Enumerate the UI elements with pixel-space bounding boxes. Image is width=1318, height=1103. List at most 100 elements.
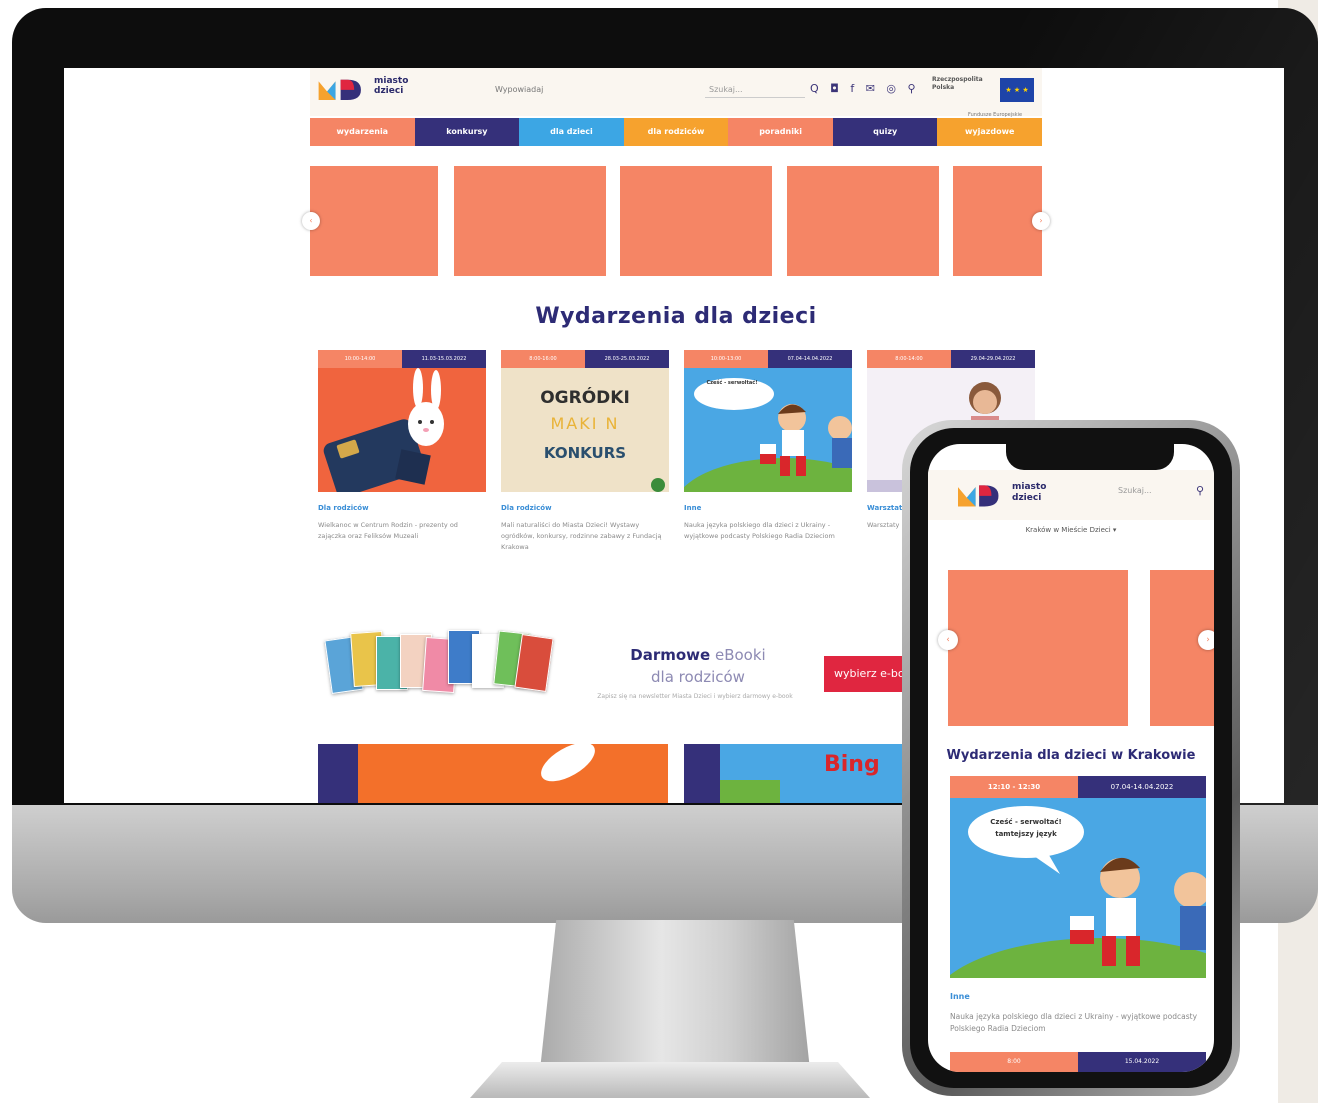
slide[interactable] — [620, 166, 772, 276]
card-hours: 8:00-16:00 — [501, 350, 585, 368]
card-image-heading: OGRÓDKI — [540, 388, 630, 408]
card-hours: 10:00-13:00 — [684, 350, 768, 368]
phone-header: miasto dzieci Szukaj... ⚲ — [928, 470, 1214, 520]
monitor-stand — [540, 920, 810, 1070]
ebook-covers — [324, 630, 554, 700]
card-description[interactable]: Mali naturaliści do Miasta Dzieci! Wysta… — [501, 520, 669, 553]
next-card-meta[interactable]: 8:00 15.04.2022 — [950, 1052, 1206, 1072]
logo-line-2: dzieci — [1012, 493, 1042, 503]
social-icons[interactable]: Q ◘ f ✉ ◎ ⚲ — [810, 82, 920, 95]
search-input[interactable]: Szukaj... — [705, 82, 805, 98]
card-category[interactable]: Inne — [950, 992, 1206, 1001]
promo-stripe — [318, 744, 358, 803]
slider-prev-button[interactable]: ‹ — [302, 212, 320, 230]
card-category[interactable]: Inne — [684, 504, 852, 512]
monitor-base — [470, 1062, 870, 1098]
slide[interactable] — [787, 166, 939, 276]
nav-item[interactable]: dla dzieci — [519, 118, 624, 146]
card-description[interactable]: Nauka języka polskiego dla dzieci z Ukra… — [950, 1011, 1206, 1035]
card-meta: 10:00-13:00 07.04-14.04.2022 — [684, 350, 852, 368]
nav-item[interactable]: wyjazdowe — [937, 118, 1043, 146]
nav-item[interactable]: konkursy — [414, 118, 520, 146]
card-dates: 28.03-25.03.2022 — [585, 350, 669, 368]
card-meta: 8:00-16:00 28.03-25.03.2022 — [501, 350, 669, 368]
card-dates: 07.04-14.04.2022 — [768, 350, 852, 368]
eu-text: Rzeczpospolita Polska — [932, 76, 983, 91]
card-image[interactable]: OGRÓDKI MAKI N KONKURS — [501, 368, 669, 492]
event-card[interactable]: 12:10 - 12:30 07.04-14.04.2022 Cześć - s… — [950, 776, 1206, 1035]
card-description[interactable]: Nauka języka polskiego dla dzieci z Ukra… — [684, 520, 852, 542]
card-image[interactable] — [318, 368, 486, 492]
card-image-heading-2: MAKI N — [550, 414, 620, 433]
section-title: Wydarzenia dla dzieci w Krakowie — [946, 748, 1196, 763]
card-dates: 29.04-29.04.2022 — [951, 350, 1035, 368]
slide[interactable] — [454, 166, 606, 276]
feather-icon — [535, 744, 601, 790]
logo-line-1: miasto — [1012, 482, 1047, 492]
ebook-title-rest: eBooki — [710, 646, 766, 664]
eu-flag-icon: ★ ★ ★ — [1000, 78, 1034, 102]
ebook-title-bold: Darmowe — [630, 646, 711, 664]
slide[interactable] — [953, 166, 1042, 276]
card-meta: 10:00-14:00 11.03-15.03.2022 — [318, 350, 486, 368]
card-dates: 07.04-14.04.2022 — [1078, 776, 1206, 798]
card-category[interactable]: Dla rodziców — [501, 504, 669, 512]
logo-text[interactable]: miasto dzieci — [1012, 482, 1046, 504]
promo-tile[interactable]: Bing — [684, 744, 904, 803]
card-hours: 8:00-14:00 — [867, 350, 951, 368]
phone-notch — [1006, 444, 1174, 470]
slider-next-button[interactable]: › — [1198, 630, 1214, 650]
event-card[interactable]: 10:00-13:00 07.04-14.04.2022 Cześć - ser… — [684, 350, 852, 542]
promo-tile[interactable] — [318, 744, 668, 803]
card-meta: 8:00-14:00 29.04-29.04.2022 — [867, 350, 1035, 368]
card-image-heading-3: KONKURS — [543, 444, 627, 462]
leaf-icon — [651, 478, 665, 492]
slider-prev-button[interactable]: ‹ — [938, 630, 958, 650]
slide[interactable] — [310, 166, 438, 276]
nav-item[interactable]: quizy — [832, 118, 938, 146]
ebook-subtitle: Zapisz się na newsletter Miasta Dzieci i… — [597, 693, 793, 700]
event-card[interactable]: 10:00-14:00 11.03-15.03.2022 Dla rodzicó… — [318, 350, 486, 542]
card-meta: 12:10 - 12:30 07.04-14.04.2022 — [950, 776, 1206, 798]
card-hours: 12:10 - 12:30 — [950, 776, 1078, 798]
logo-line-2: dzieci — [374, 86, 404, 96]
card-description[interactable]: Wielkanoc w Centrum Rodzin - prezenty od… — [318, 520, 486, 542]
card-category[interactable]: Dla rodziców — [318, 504, 486, 512]
card-dates: 15.04.2022 — [1078, 1052, 1206, 1072]
bunny-card-illustration — [323, 368, 444, 492]
logo-line-1: miasto — [374, 76, 409, 86]
section-title: Wydarzenia dla dzieci — [535, 304, 817, 329]
desktop-header: miasto dzieci Wypowiadaj Szukaj... Q ◘ f… — [310, 68, 1042, 118]
card-image[interactable]: Cześć - serwoltać! — [684, 368, 852, 492]
ebook-cover — [514, 634, 554, 692]
kids-illustration — [684, 378, 852, 492]
speech-bubble: Cześć - serwoltać! tamtejszy język — [990, 818, 1062, 838]
slider-next-button[interactable]: › — [1032, 212, 1050, 230]
hero-slider: ‹ › — [302, 166, 1050, 278]
nav-item[interactable]: poradniki — [728, 118, 833, 146]
search-icon[interactable]: ⚲ — [1196, 484, 1204, 497]
card-image[interactable]: Cześć - serwoltać! tamtejszy język — [950, 798, 1206, 978]
card-hours: 10:00-14:00 — [318, 350, 402, 368]
event-card[interactable]: 8:00-16:00 28.03-25.03.2022 OGRÓDKI MAKI… — [501, 350, 669, 553]
main-nav: wydarzenia konkursy dla dzieci dla rodziców… — [310, 118, 1043, 146]
bing-logo: Bing — [824, 752, 880, 777]
logo-text[interactable]: miasto dzieci — [374, 76, 434, 96]
city-selector[interactable]: Kraków w Mieście Dzieci ▾ — [928, 526, 1214, 534]
phone-frame: miasto dzieci Szukaj... ⚲ Kraków w Mieśc… — [902, 420, 1240, 1096]
card-hours: 8:00 — [950, 1052, 1078, 1072]
nav-item[interactable]: wydarzenia — [310, 118, 415, 146]
logo-icon[interactable] — [318, 78, 370, 100]
phone-bezel: miasto dzieci Szukaj... ⚲ Kraków w Mieśc… — [910, 428, 1232, 1088]
ebook-title: Darmowe eBooki dla rodziców — [598, 644, 798, 688]
mockup-stage: miasto dzieci Wypowiadaj Szukaj... Q ◘ f… — [0, 0, 1318, 1103]
speech-bubble: Cześć - serwoltać! — [706, 380, 758, 386]
tagline: Wypowiadaj — [495, 85, 544, 94]
logo-icon[interactable] — [958, 482, 1002, 508]
phone-screen: miasto dzieci Szukaj... ⚲ Kraków w Mieśc… — [928, 444, 1214, 1072]
nav-item[interactable]: dla rodziców — [623, 118, 729, 146]
promo-stripe — [684, 744, 720, 803]
slide[interactable] — [948, 570, 1128, 726]
ebook-title-line-2: dla rodziców — [651, 668, 745, 686]
search-input[interactable]: Szukaj... — [1118, 486, 1152, 495]
